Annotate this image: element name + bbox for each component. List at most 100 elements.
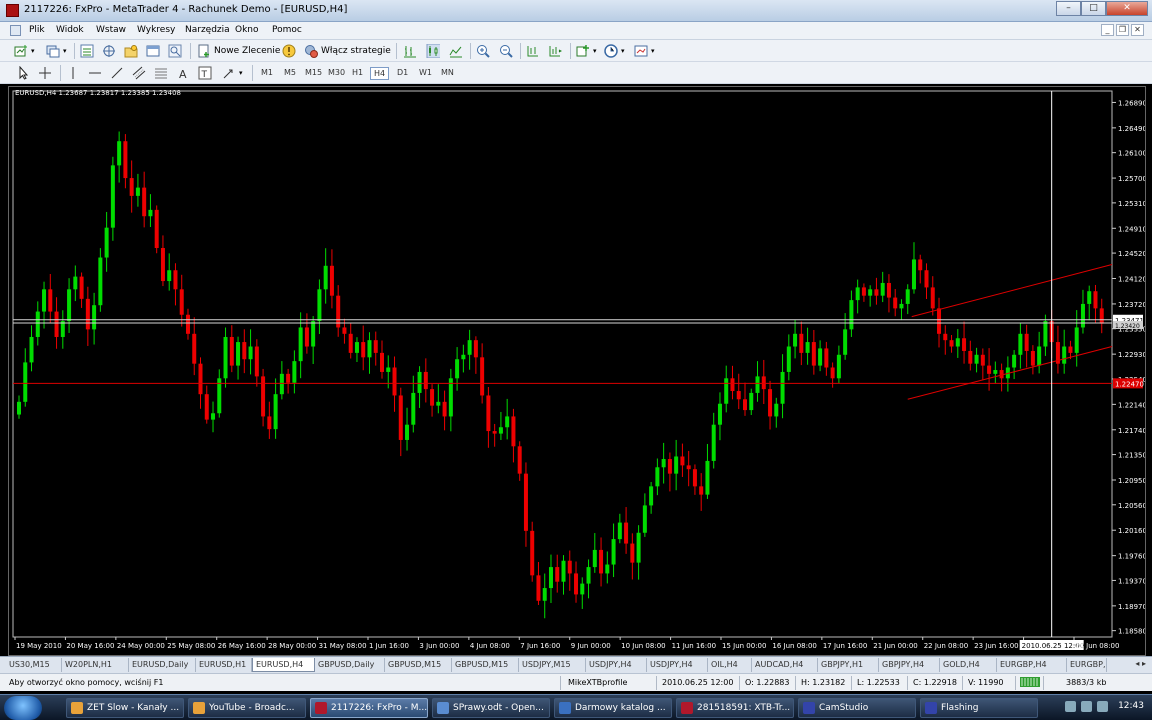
vertical-line-button[interactable]	[66, 65, 82, 81]
candlestick-button[interactable]	[426, 43, 442, 59]
chart-shift-button[interactable]	[526, 43, 542, 59]
timeframe-m15[interactable]: M15	[302, 67, 325, 78]
indicators-button[interactable]: ▾	[576, 43, 597, 59]
taskbar-item[interactable]: Flashing	[920, 698, 1038, 718]
taskbar-item[interactable]: ZET Slow - Kanały ...	[66, 698, 184, 718]
chart-tab[interactable]: GBPJPY,H1	[818, 658, 879, 672]
timeframe-m5[interactable]: M5	[281, 67, 299, 78]
taskbar-app-icon	[559, 702, 571, 714]
menu-view[interactable]: Widok	[56, 25, 84, 35]
cursor-button[interactable]	[16, 65, 32, 81]
timeframe-mn[interactable]: MN	[438, 67, 457, 78]
channel-lower-line[interactable]	[907, 346, 1113, 400]
new-order-button[interactable]: Nowe Zlecenie	[197, 43, 280, 59]
timeframe-m30[interactable]: M30	[325, 67, 348, 78]
candle-body	[893, 297, 898, 309]
new-chart-button[interactable]: ▾	[14, 43, 35, 59]
taskbar-item[interactable]: 2117226: FxPro - M...	[310, 698, 428, 718]
chart-tab[interactable]: USDJPY,H4	[647, 658, 708, 672]
clock[interactable]: 12:43	[1118, 701, 1144, 711]
expert-advisors-button[interactable]: Włącz strategie	[304, 43, 391, 59]
start-button[interactable]	[4, 696, 42, 720]
menu-insert[interactable]: Wstaw	[96, 25, 126, 35]
profiles-icon	[46, 45, 60, 58]
menu-help[interactable]: Pomoc	[272, 25, 302, 35]
chart-tab[interactable]: EURGBP,H4	[997, 658, 1067, 672]
strategy-tester-button[interactable]	[168, 43, 184, 59]
fibonacci-button[interactable]	[154, 65, 170, 81]
menu-tools[interactable]: Narzędzia	[185, 25, 230, 35]
chart-tab[interactable]: EURUSD,H1	[196, 658, 252, 672]
horizontal-line-button[interactable]	[88, 65, 104, 81]
zoom-out-button[interactable]	[499, 43, 515, 59]
candle-body	[811, 342, 816, 366]
chart-tab[interactable]: GBPUSD,M15	[385, 658, 452, 672]
metaeditor-button[interactable]	[282, 43, 298, 59]
terminal-button[interactable]	[146, 43, 162, 59]
timeframe-m1[interactable]: M1	[258, 67, 276, 78]
menu-charts[interactable]: Wykresy	[137, 25, 175, 35]
chart-tab[interactable]: GBPUSD,Daily	[315, 658, 385, 672]
maximize-button[interactable]: □	[1081, 1, 1106, 16]
timeframe-h4[interactable]: H4	[370, 67, 390, 80]
chart-tab[interactable]: OIL,H4	[708, 658, 752, 672]
timeframe-d1[interactable]: D1	[394, 67, 411, 78]
mdi-restore-button[interactable]: ❐	[1116, 24, 1129, 36]
tray-volume-icon[interactable]	[1081, 701, 1092, 712]
tray-network-icon[interactable]	[1065, 701, 1076, 712]
timeframe-h1[interactable]: H1	[349, 67, 366, 78]
data-window-button[interactable]	[102, 43, 118, 59]
candle-body	[649, 486, 654, 506]
y-tick-label: 1.18580	[1118, 628, 1145, 636]
candle-body	[905, 289, 910, 304]
zoom-in-button[interactable]	[476, 43, 492, 59]
templates-button[interactable]: ▾	[634, 43, 655, 59]
line-chart-button[interactable]	[449, 43, 465, 59]
periods-button[interactable]: ▾	[604, 43, 625, 59]
profiles-button[interactable]: ▾	[46, 43, 67, 59]
tab-scroll-arrows[interactable]: ◂ ▸	[1135, 659, 1146, 668]
taskbar-item[interactable]: SPrawy.odt - Open...	[432, 698, 550, 718]
navigator-button[interactable]	[124, 43, 140, 59]
candle-body	[530, 530, 535, 576]
timeframe-w1[interactable]: W1	[416, 67, 435, 78]
candle-body	[298, 327, 303, 362]
taskbar-item[interactable]: YouTube - Broadc...	[188, 698, 306, 718]
chart-tab[interactable]: EURUSD,H4	[252, 658, 315, 672]
channel-button[interactable]	[132, 65, 148, 81]
chart-tab[interactable]: GBPUSD,M15	[452, 658, 519, 672]
chart-tab[interactable]: AUDCAD,H4	[752, 658, 818, 672]
taskbar-item[interactable]: 281518591: XTB-Tr...	[676, 698, 794, 718]
candle-body	[354, 342, 359, 353]
candle-body	[142, 187, 147, 217]
chart-tab[interactable]: W20PLN,H1	[62, 658, 129, 672]
chart-tab[interactable]: US30,M15	[6, 658, 62, 672]
market-watch-button[interactable]	[80, 43, 96, 59]
chart-window[interactable]: EURUSD,H4 1.23687 1.23817 1.23385 1.2340…	[8, 86, 1146, 656]
arrows-button[interactable]: ▾	[222, 65, 243, 81]
chart-tab[interactable]: USDJPY,H4	[586, 658, 647, 672]
chart-tab[interactable]: GBPJPY,H4	[879, 658, 940, 672]
autoscroll-button[interactable]	[548, 43, 564, 59]
trendline-button[interactable]	[110, 65, 126, 81]
crosshair-button[interactable]	[38, 65, 54, 81]
text-button[interactable]: A	[176, 65, 192, 81]
chart-tab[interactable]: GOLD,H4	[940, 658, 997, 672]
menu-file[interactable]: Plik	[29, 25, 45, 35]
bar-chart-button[interactable]	[403, 43, 419, 59]
text-label-button[interactable]: T	[198, 65, 214, 81]
candlestick-chart[interactable]: 1.26890 1.26490 1.26100 1.25700 1.25310 1.249…	[9, 87, 1145, 655]
minimize-button[interactable]: –	[1056, 1, 1081, 16]
taskbar-item[interactable]: CamStudio	[798, 698, 916, 718]
x-tick-label: 28 May 00:00	[268, 642, 316, 650]
mdi-system-icon[interactable]	[10, 25, 21, 36]
chart-tab[interactable]: EURUSD,Daily	[129, 658, 196, 672]
chart-tab[interactable]: EURGBP,	[1067, 658, 1107, 672]
mdi-minimize-button[interactable]: _	[1101, 24, 1114, 36]
menu-window[interactable]: Okno	[235, 25, 259, 35]
close-button[interactable]: ✕	[1106, 1, 1148, 16]
taskbar-item[interactable]: Darmowy katalog ...	[554, 698, 672, 718]
mdi-close-button[interactable]: ✕	[1131, 24, 1144, 36]
chart-tab[interactable]: USDJPY,M15	[519, 658, 586, 672]
tray-app-icon[interactable]	[1097, 701, 1108, 712]
